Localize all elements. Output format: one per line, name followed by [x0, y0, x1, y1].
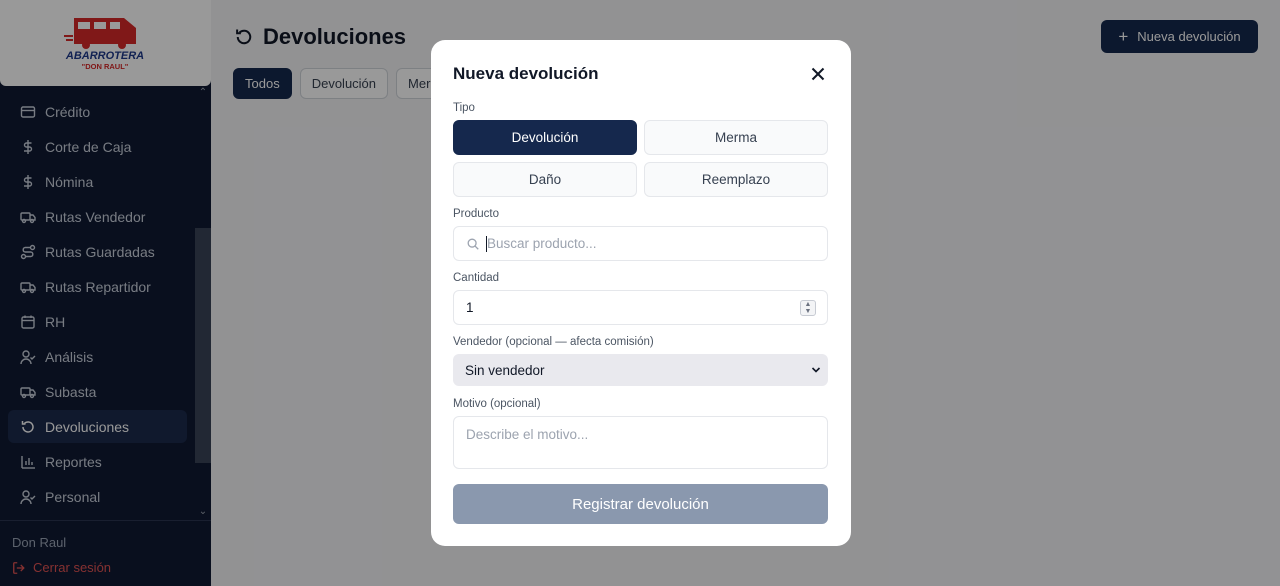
type-reemplazo-button[interactable]: Reemplazo [644, 162, 828, 197]
search-icon [467, 238, 479, 250]
quantity-field[interactable]: ▲▼ [453, 290, 828, 325]
type-dano-button[interactable]: Daño [453, 162, 637, 197]
chevron-down-icon [811, 367, 821, 373]
quantity-input[interactable] [466, 300, 766, 315]
type-devolucion-button[interactable]: Devolución [453, 120, 637, 155]
close-icon[interactable] [809, 65, 827, 83]
vendor-select[interactable]: Sin vendedor [453, 354, 828, 386]
quantity-stepper[interactable]: ▲ ▼ [800, 300, 816, 316]
register-return-button[interactable]: Registrar devolución [453, 484, 828, 524]
modal-title: Nueva devolución [453, 64, 599, 83]
product-search-field[interactable] [453, 226, 828, 261]
motivo-label: Motivo (opcional) [453, 398, 541, 410]
producto-label: Producto [453, 208, 500, 220]
vendor-select-value: Sin vendedor [465, 362, 545, 378]
tipo-label: Tipo [453, 102, 475, 114]
type-merma-button[interactable]: Merma [644, 120, 828, 155]
vendedor-label: Vendedor (opcional — afecta comisión) [453, 336, 654, 348]
cantidad-label: Cantidad [453, 272, 500, 284]
motivo-textarea[interactable]: Describe el motivo... [453, 416, 828, 469]
new-return-modal: Nueva devolución Tipo Devolución Merma D… [431, 40, 851, 546]
product-search-input[interactable] [487, 236, 787, 251]
